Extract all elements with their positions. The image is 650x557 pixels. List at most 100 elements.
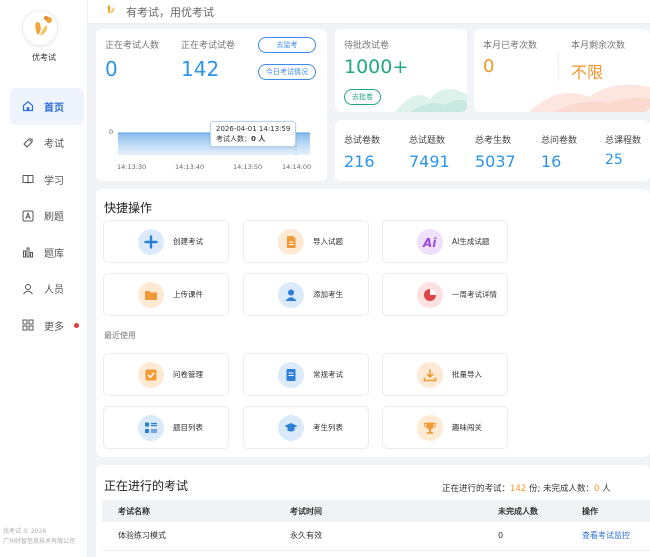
quick-create-exam[interactable]: 创建考试 (103, 220, 229, 263)
total-item: 总试题数 7491 (409, 133, 450, 171)
nav-label-more: 更多 (44, 321, 64, 333)
total-value: 5037 (475, 152, 516, 171)
nav-item-practice[interactable]: 刷题 (10, 198, 84, 235)
nav-item-more[interactable]: 更多 (10, 307, 84, 344)
total-value: 25 (605, 152, 623, 168)
tile-label: 添加考生 (313, 290, 343, 299)
ongoing-summary: 正在进行的考试：142 份; 未完成人数：0 人 (442, 482, 611, 494)
nav-item-bank[interactable]: 题库 (10, 234, 84, 271)
nav-label-people: 人员 (44, 285, 64, 297)
nav-label-bank: 题库 (44, 248, 64, 260)
live-exam-card: 正在考试人数 0 正在考试试卷 142 去监考 今日考试情况 0 14:13:3… (96, 29, 327, 181)
quick-ai-questions[interactable]: Ai AI生成试题 (382, 220, 508, 263)
nav-label-home: 首页 (44, 102, 64, 114)
tile-label: 创建考试 (173, 237, 203, 246)
topbar: 有考试，用优考试 (88, 0, 650, 24)
quick-add-candidate[interactable]: 添加考生 (243, 273, 369, 316)
sidebar-nav: 首页 考试 学习 刷题 题库 人员 更多 (10, 88, 84, 344)
col-exam-name: 考试名称 (102, 500, 274, 522)
cell-action: 查看考试监控 (566, 522, 650, 551)
total-item: 总问卷数 16 (541, 133, 577, 171)
chart-x-tick-4: 14:14:00 (282, 163, 312, 171)
table-row: 体验练习模式 永久有效 0 查看考试监控 (102, 522, 650, 551)
copyright-line-2: 广州好智信息技术有限公司 (3, 538, 76, 545)
pending-card: 待批改试卷 1000+ 去批卷 (335, 29, 467, 112)
folder-icon (138, 281, 164, 308)
tile-label: 批量导入 (452, 370, 482, 379)
tile-label: 题目列表 (173, 423, 203, 432)
grade-papers-button[interactable]: 去批卷 (344, 89, 381, 105)
nav-item-exam[interactable]: 考试 (10, 125, 84, 162)
quick-import-questions[interactable]: 导入试题 (243, 220, 369, 263)
user-icon (22, 283, 34, 295)
recent-fun-challenge[interactable]: 趣味闯关 (382, 406, 508, 449)
tile-label: 趣味闯关 (452, 423, 482, 432)
tile-label: 上传课件 (173, 290, 203, 299)
tooltip-row: 考试人数：0 人 (216, 134, 290, 144)
plus-icon (138, 228, 164, 255)
chart-y-tick: 0 (109, 128, 114, 136)
nav-item-people[interactable]: 人员 (10, 271, 84, 308)
tooltip-time: 2026-04-01 14:13:59 (216, 125, 291, 133)
nav-label-study: 学习 (44, 175, 64, 187)
tile-label: AI生成试题 (452, 237, 490, 246)
tile-label: 一周考试详情 (452, 290, 497, 299)
book-icon (22, 173, 34, 185)
chart-x-tick-1: 14:13:30 (117, 163, 147, 171)
recent-survey-manage[interactable]: 问卷管理 (103, 353, 229, 396)
grid-icon (22, 319, 34, 331)
person-icon (278, 281, 304, 308)
quota-left-value: 不限 (571, 63, 604, 82)
col-actions: 操作 (566, 500, 650, 522)
total-item: 总考生数 5037 (475, 133, 516, 171)
quick-actions-title: 快捷操作 (104, 201, 153, 215)
list-icon (138, 414, 164, 441)
total-value: 216 (344, 152, 375, 171)
bar-chart-icon (22, 246, 34, 258)
view-monitor-link[interactable]: 查看考试监控 (582, 531, 630, 540)
nav-label-exam: 考试 (44, 139, 64, 151)
quota-used-value: 0 (483, 56, 495, 77)
quota-card: 本月已考次数 0 本月剩余次数 不限 (474, 29, 650, 112)
total-label: 总考生数 (475, 136, 512, 146)
quick-weekly-detail[interactable]: 一周考试详情 (382, 273, 508, 316)
checkbox-icon (138, 361, 164, 388)
nav-item-home[interactable]: 首页 (10, 88, 84, 125)
total-item: 总试卷数 216 (344, 133, 380, 171)
total-label: 总问卷数 (541, 136, 578, 146)
summary-prefix: 正在进行的考试： (442, 484, 511, 494)
pending-label: 待批改试卷 (344, 41, 390, 51)
recent-title: 最近使用 (104, 331, 136, 340)
chart-x-tick-3: 14:13:50 (233, 163, 263, 171)
chart-x-tick-2: 14:13:40 (175, 163, 205, 171)
home-icon (22, 100, 34, 112)
col-exam-time: 考试时间 (274, 500, 482, 522)
cell-exam-time: 永久有效 (274, 522, 482, 551)
tooltip-label: 考试人数： (216, 135, 251, 143)
logo-icon (35, 16, 52, 36)
app-name: 优考试 (32, 53, 56, 62)
total-item: 总课程数 25 (605, 133, 641, 168)
slogan: 有考试，用优考试 (126, 5, 214, 19)
table-header-row: 考试名称 考试时间 未完成人数 操作 (102, 500, 650, 522)
app-logo[interactable] (22, 10, 58, 46)
col-unfinished: 未完成人数 (482, 500, 566, 522)
tile-label: 问卷管理 (173, 370, 203, 379)
quota-used-label: 本月已考次数 (483, 41, 538, 51)
quick-upload-courseware[interactable]: 上传课件 (103, 273, 229, 316)
recent-candidate-list[interactable]: 考生列表 (243, 406, 369, 449)
nav-item-study[interactable]: 学习 (10, 161, 84, 198)
cell-unfinished: 0 (482, 522, 566, 551)
recent-regular-exam[interactable]: 常规考试 (243, 353, 369, 396)
cell-exam-name: 体验练习模式 (102, 522, 274, 551)
document-icon (278, 228, 304, 255)
summary-people-unit: 人 (599, 484, 611, 494)
recent-batch-import[interactable]: 批量导入 (382, 353, 508, 396)
ongoing-title: 正在进行的考试 (104, 479, 189, 493)
recent-question-list[interactable]: 题目列表 (103, 406, 229, 449)
svg-text:Ai: Ai (422, 236, 437, 249)
tile-label: 考生列表 (313, 423, 343, 432)
chart-tooltip: 2026-04-01 14:13:59 考试人数：0 人 (210, 121, 297, 147)
pie-icon (417, 281, 443, 308)
nav-label-practice: 刷题 (44, 212, 64, 224)
